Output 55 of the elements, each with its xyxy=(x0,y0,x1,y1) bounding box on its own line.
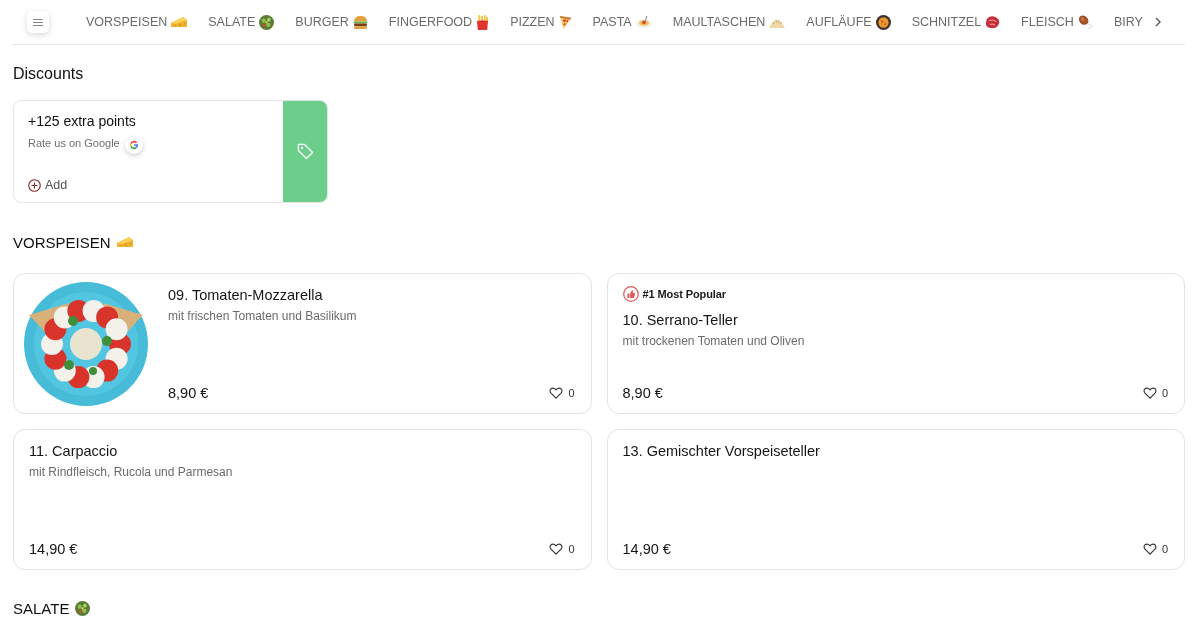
plus-circle-icon xyxy=(28,178,41,192)
dish-price: 14,90 € xyxy=(622,540,671,558)
like-button[interactable]: 0 xyxy=(549,387,575,399)
g-logo-icon xyxy=(124,136,143,154)
category-tab[interactable]: PIZZEN xyxy=(510,12,572,32)
dish-description: mit frischen Tomaten und Basilikum xyxy=(168,308,358,324)
pan-icon xyxy=(875,14,891,30)
menu-icon xyxy=(33,18,43,26)
dish-title: 09. Tomaten-Mozzarella xyxy=(168,286,324,304)
fries-icon xyxy=(476,14,490,30)
category-tab[interactable]: FINGERFOOD xyxy=(388,12,490,32)
offer-subtitle: Rate us on Google xyxy=(28,137,120,149)
category-tab[interactable]: VORSPEISEN xyxy=(86,12,188,32)
add-button[interactable]: Add xyxy=(28,178,68,192)
tag-icon xyxy=(296,143,314,160)
product-card[interactable]: 11. Carpaccio mit Rindfleisch, Rucola und Parmesan 14,90 € 0 xyxy=(13,429,592,570)
category-tab[interactable]: FLEISCH xyxy=(1021,12,1093,32)
dish-description: mit Rindfleisch, Rucola und Parmesan xyxy=(29,464,234,480)
category-tab[interactable]: BIRY xyxy=(1113,12,1143,32)
product-card[interactable]: 13. Gemischter Vorspeiseteller 14,90 € 0 xyxy=(606,429,1185,570)
product-card[interactable]: 09. Tomaten-Mozzarella mit frischen Tomaten und Basilikum 8,90 € 0 xyxy=(13,273,592,414)
popular-badge-text: #1 Most Popular xyxy=(642,288,726,300)
menu-button[interactable] xyxy=(27,11,49,33)
section-title: VORSPEISEN xyxy=(13,233,111,251)
dish-title: 11. Carpaccio xyxy=(29,442,119,460)
cheese-icon xyxy=(116,237,133,247)
category-tab[interactable]: AUFLÄUFE xyxy=(806,12,891,32)
dish-title: 13. Gemischter Vorspeiseteller xyxy=(622,442,821,460)
category-tab[interactable]: SALATE xyxy=(208,12,275,32)
category-tab[interactable]: SCHNITZEL xyxy=(911,12,1001,32)
like-button[interactable]: 0 xyxy=(549,543,575,555)
section-title: SALATE xyxy=(13,599,70,617)
category-tab[interactable]: BURGER xyxy=(295,12,368,32)
offer-title: +125 extra points xyxy=(28,112,137,130)
meat-on-bone-icon xyxy=(1077,14,1093,30)
dish-description: mit trockenen Tomaten und Oliven xyxy=(622,333,806,349)
category-tab[interactable]: MAULTASCHEN xyxy=(672,12,786,32)
like-button[interactable]: 0 xyxy=(1142,387,1168,399)
product-card[interactable]: #1 Most Popular 10. Serrano-Teller mit trockenen Tomaten und Oliven 8,90 € 0 xyxy=(606,273,1185,414)
thumbs-up-icon xyxy=(622,286,639,302)
discounts-heading: Discounts xyxy=(13,64,85,84)
burger-icon xyxy=(352,15,368,29)
pizza-slice-icon xyxy=(558,14,572,30)
salad-icon xyxy=(75,600,91,616)
cheese-icon xyxy=(171,17,188,27)
steak-icon xyxy=(985,15,1001,29)
salad-icon xyxy=(259,14,275,30)
dish-price: 8,90 € xyxy=(168,384,209,402)
dish-price: 14,90 € xyxy=(29,540,78,558)
pasta-icon xyxy=(635,16,652,28)
dish-title: 10. Serrano-Teller xyxy=(622,311,739,329)
category-tab[interactable]: PASTA xyxy=(592,12,652,32)
like-button[interactable]: 0 xyxy=(1142,543,1168,555)
chevron-right-icon xyxy=(1155,17,1161,27)
dish-price: 8,90 € xyxy=(622,384,663,402)
